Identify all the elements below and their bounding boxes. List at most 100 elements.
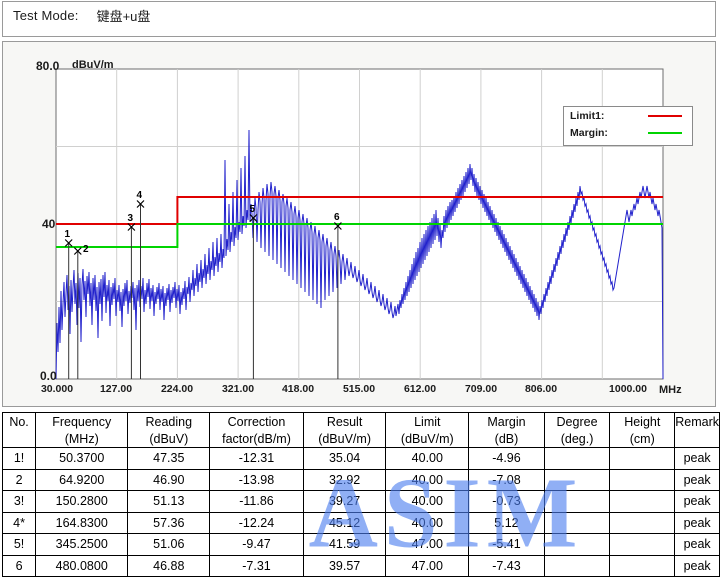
legend-swatch-limit bbox=[648, 114, 682, 118]
x-tick-6: 612.00 bbox=[403, 383, 437, 395]
col-unit-correction: factor(dB/m) bbox=[209, 430, 304, 448]
results-table-wrap: No. Frequency Reading Correction Result … bbox=[1, 412, 720, 579]
col-header-frequency: Frequency bbox=[35, 412, 129, 430]
cell-result: 39.27 bbox=[302, 490, 387, 513]
legend-row-margin: Margin: bbox=[570, 127, 688, 139]
cell-degree bbox=[543, 533, 611, 556]
table-row[interactable]: 4* 164.8300 57.36 -12.24 45.12 40.00 5.1… bbox=[1, 511, 720, 534]
legend-label-margin: Margin: bbox=[570, 127, 608, 139]
x-tick-5: 515.00 bbox=[342, 383, 376, 395]
cell-frequency: 150.2800 bbox=[35, 490, 129, 513]
x-tick-9: 1000.00 bbox=[609, 383, 647, 395]
table-row[interactable]: 1! 50.3700 47.35 -12.31 35.04 40.00 -4.9… bbox=[1, 447, 720, 470]
table-row[interactable]: 6 480.0800 46.88 -7.31 39.57 47.00 -7.43… bbox=[1, 554, 720, 577]
col-header-remark: Remark bbox=[674, 412, 720, 430]
y-axis-bottom-label: 0.0 bbox=[40, 369, 57, 383]
x-tick-8: 806.00 bbox=[524, 383, 558, 395]
col-unit-limit: (dBuV/m) bbox=[385, 430, 470, 448]
chart-legend: Limit1: Margin: bbox=[563, 106, 693, 146]
col-header-limit: Limit bbox=[385, 412, 470, 430]
cell-limit: 47.00 bbox=[385, 533, 470, 556]
test-mode-value: 键盘+u盘 bbox=[96, 9, 151, 24]
col-unit-result: (dBuV/m) bbox=[302, 430, 387, 448]
cell-margin: -4.96 bbox=[468, 447, 545, 470]
cell-limit: 40.00 bbox=[385, 468, 470, 491]
cell-correction: -11.86 bbox=[209, 490, 304, 513]
col-unit-no bbox=[1, 430, 37, 448]
cell-degree bbox=[543, 447, 611, 470]
cell-height bbox=[609, 554, 676, 577]
cell-frequency: 345.2500 bbox=[35, 533, 129, 556]
marker-label-1: 1 bbox=[65, 229, 71, 240]
cell-result: 32.92 bbox=[302, 468, 387, 491]
marker-label-3: 3 bbox=[128, 213, 134, 224]
cell-margin: -5.41 bbox=[468, 533, 545, 556]
cell-degree bbox=[543, 490, 611, 513]
cell-remark: peak bbox=[674, 554, 720, 577]
cell-correction: -13.98 bbox=[209, 468, 304, 491]
cell-degree bbox=[543, 554, 611, 577]
header-row-top: No. Frequency Reading Correction Result … bbox=[1, 412, 720, 430]
cell-margin: -7.43 bbox=[468, 554, 545, 577]
col-unit-margin: (dB) bbox=[468, 430, 545, 448]
cell-height bbox=[609, 447, 676, 470]
cell-result: 35.04 bbox=[302, 447, 387, 470]
col-header-margin: Margin bbox=[468, 412, 545, 430]
cell-remark: peak bbox=[674, 533, 720, 556]
spectrum-chart-panel: 1 2 3 4 5 6 Limit1: Margin: bbox=[2, 41, 716, 407]
cell-reading: 57.36 bbox=[127, 511, 211, 534]
cell-degree bbox=[543, 511, 611, 534]
cell-result: 39.57 bbox=[302, 554, 387, 577]
x-axis-tick-labels: 30.000 127.00 224.00 321.00 418.00 515.0… bbox=[0, 383, 722, 397]
col-unit-remark bbox=[674, 430, 720, 448]
header-row-units: (MHz) (dBuV) factor(dB/m) (dBuV/m) (dBuV… bbox=[1, 430, 720, 448]
y-axis-unit-label: dBuV/m bbox=[72, 59, 114, 71]
marker-label-2: 2 bbox=[83, 244, 89, 255]
cell-no: 2 bbox=[1, 468, 37, 491]
test-mode-label: Test Mode: bbox=[13, 8, 79, 23]
y-axis-top-label: 80.0 bbox=[36, 59, 60, 73]
cell-reading: 47.35 bbox=[127, 447, 211, 470]
cell-margin: -0.73 bbox=[468, 490, 545, 513]
cell-correction: -12.31 bbox=[209, 447, 304, 470]
results-table-body: 1! 50.3700 47.35 -12.31 35.04 40.00 -4.9… bbox=[1, 447, 720, 577]
cell-height bbox=[609, 490, 676, 513]
col-header-height: Height bbox=[609, 412, 676, 430]
cell-height bbox=[609, 511, 676, 534]
table-row[interactable]: 2 64.9200 46.90 -13.98 32.92 40.00 -7.08… bbox=[1, 468, 720, 491]
legend-row-limit: Limit1: bbox=[570, 110, 688, 122]
cell-no: 5! bbox=[1, 533, 37, 556]
x-tick-3: 321.00 bbox=[221, 383, 255, 395]
marker-label-4: 4 bbox=[137, 190, 143, 201]
cell-reading: 51.13 bbox=[127, 490, 211, 513]
cell-reading: 46.90 bbox=[127, 468, 211, 491]
results-table: No. Frequency Reading Correction Result … bbox=[1, 412, 720, 577]
cell-no: 1! bbox=[1, 447, 37, 470]
col-header-degree: Degree bbox=[543, 412, 611, 430]
legend-swatch-margin bbox=[648, 131, 682, 135]
x-axis-unit-label: MHz bbox=[659, 384, 682, 396]
cell-result: 41.59 bbox=[302, 533, 387, 556]
test-mode-header: Test Mode: 键盘+u盘 bbox=[2, 1, 716, 37]
x-tick-4: 418.00 bbox=[281, 383, 315, 395]
spectrum-plot: 1 2 3 4 5 6 bbox=[55, 68, 664, 380]
cell-frequency: 50.3700 bbox=[35, 447, 129, 470]
x-tick-0: 30.000 bbox=[40, 383, 74, 395]
col-unit-height: (cm) bbox=[609, 430, 676, 448]
table-row[interactable]: 3! 150.2800 51.13 -11.86 39.27 40.00 -0.… bbox=[1, 490, 720, 513]
col-header-correction: Correction bbox=[209, 412, 304, 430]
cell-remark: peak bbox=[674, 447, 720, 470]
cell-correction: -9.47 bbox=[209, 533, 304, 556]
x-tick-2: 224.00 bbox=[160, 383, 194, 395]
cell-reading: 46.88 bbox=[127, 554, 211, 577]
cell-no: 3! bbox=[1, 490, 37, 513]
col-header-no: No. bbox=[1, 412, 37, 430]
cell-margin: 5.12 bbox=[468, 511, 545, 534]
cell-limit: 40.00 bbox=[385, 511, 470, 534]
cell-no: 4* bbox=[1, 511, 37, 534]
cell-remark: peak bbox=[674, 468, 720, 491]
cell-frequency: 64.9200 bbox=[35, 468, 129, 491]
table-row[interactable]: 5! 345.2500 51.06 -9.47 41.59 47.00 -5.4… bbox=[1, 533, 720, 556]
cell-limit: 40.00 bbox=[385, 447, 470, 470]
cell-limit: 47.00 bbox=[385, 554, 470, 577]
